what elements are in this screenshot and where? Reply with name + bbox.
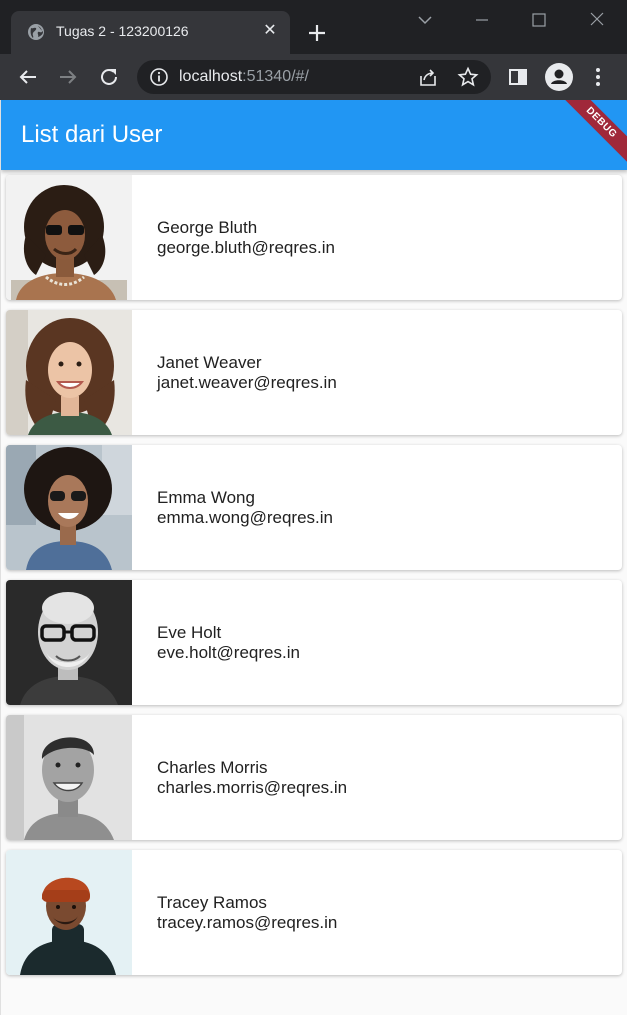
user-avatar xyxy=(6,715,132,840)
user-avatar xyxy=(6,445,132,570)
browser-toolbar: localhost:51340/#/ xyxy=(0,54,627,100)
globe-icon xyxy=(28,24,44,40)
window-close-icon[interactable] xyxy=(585,10,609,30)
bookmark-star-icon[interactable] xyxy=(457,66,479,88)
user-avatar xyxy=(6,175,132,300)
user-email: charles.morris@reqres.in xyxy=(157,778,348,797)
browser-titlebar: Tugas 2 - 123200126 ✕ xyxy=(0,0,627,54)
back-arrow-icon[interactable] xyxy=(16,65,40,89)
user-name: George Bluth xyxy=(157,218,258,237)
share-icon[interactable] xyxy=(417,67,439,89)
user-card[interactable]: George Bluth george.bluth@reqres.in xyxy=(6,175,622,300)
profile-avatar[interactable] xyxy=(545,63,573,91)
url-text[interactable]: localhost:51340/#/ xyxy=(179,68,309,86)
user-list: George Bluth george.bluth@reqres.in Jane… xyxy=(6,175,622,985)
user-avatar xyxy=(6,310,132,435)
user-avatar xyxy=(6,580,132,705)
user-info: Janet Weaver janet.weaver@reqres.in xyxy=(157,353,337,393)
avatar-eve-photo xyxy=(6,580,132,705)
user-info: Charles Morris charles.morris@reqres.in xyxy=(157,758,347,798)
new-tab-icon[interactable] xyxy=(305,21,329,45)
reload-icon[interactable] xyxy=(97,65,121,89)
user-info: George Bluth george.bluth@reqres.in xyxy=(157,218,335,258)
user-card[interactable]: Charles Morris charles.morris@reqres.in xyxy=(6,715,622,840)
address-bar[interactable]: localhost:51340/#/ xyxy=(137,60,491,94)
tab-close-icon[interactable]: ✕ xyxy=(259,20,281,42)
app-bar: List dari User xyxy=(1,100,627,170)
url-host: localhost xyxy=(179,68,243,85)
avatar-janet-photo xyxy=(6,310,132,435)
user-name: Tracey Ramos xyxy=(157,893,267,912)
url-path: :51340/#/ xyxy=(242,68,309,85)
user-name: Charles Morris xyxy=(157,758,268,777)
user-card[interactable]: Janet Weaver janet.weaver@reqres.in xyxy=(6,310,622,435)
user-card[interactable]: Emma Wong emma.wong@reqres.in xyxy=(6,445,622,570)
forward-arrow-icon[interactable] xyxy=(56,65,80,89)
user-email: eve.holt@reqres.in xyxy=(157,643,300,662)
user-email: george.bluth@reqres.in xyxy=(157,238,335,257)
more-menu-icon[interactable] xyxy=(586,65,610,89)
app-viewport: List dari User DEBUG George Bluth george… xyxy=(0,100,627,1015)
tab-title: Tugas 2 - 123200126 xyxy=(56,23,189,39)
side-panel-icon[interactable] xyxy=(506,65,530,89)
avatar-tracey-photo xyxy=(6,850,132,975)
avatar-emma-photo xyxy=(6,445,132,570)
person-icon xyxy=(551,69,567,84)
browser-tab[interactable]: Tugas 2 - 123200126 ✕ xyxy=(11,11,290,54)
avatar-charles-photo xyxy=(6,715,132,840)
user-name: Emma Wong xyxy=(157,488,255,507)
site-info-icon[interactable] xyxy=(149,67,169,87)
page-title: List dari User xyxy=(21,121,163,148)
user-name: Janet Weaver xyxy=(157,353,262,372)
user-email: janet.weaver@reqres.in xyxy=(157,373,337,392)
user-card[interactable]: Eve Holt eve.holt@reqres.in xyxy=(6,580,622,705)
tab-search-chevron-icon[interactable] xyxy=(413,10,437,30)
user-info: Eve Holt eve.holt@reqres.in xyxy=(157,623,300,663)
user-email: tracey.ramos@reqres.in xyxy=(157,913,338,932)
user-email: emma.wong@reqres.in xyxy=(157,508,333,527)
maximize-icon[interactable] xyxy=(527,10,551,30)
user-card[interactable]: Tracey Ramos tracey.ramos@reqres.in xyxy=(6,850,622,975)
avatar-george-photo xyxy=(6,175,132,300)
minimize-icon[interactable] xyxy=(470,10,494,30)
user-avatar xyxy=(6,850,132,975)
user-info: Emma Wong emma.wong@reqres.in xyxy=(157,488,333,528)
user-name: Eve Holt xyxy=(157,623,222,642)
user-info: Tracey Ramos tracey.ramos@reqres.in xyxy=(157,893,337,933)
